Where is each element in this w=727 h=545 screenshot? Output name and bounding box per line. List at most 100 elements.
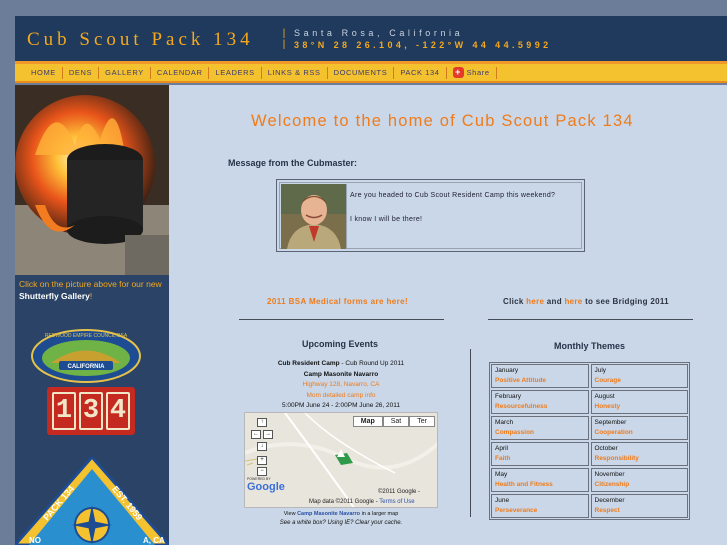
pan-down-icon[interactable]: ↓ [257, 442, 267, 451]
terms-of-use-link[interactable]: Terms of Use [379, 499, 414, 505]
nav-home[interactable]: HOME [25, 66, 63, 79]
bridging-link-2[interactable]: here [564, 297, 582, 306]
pack-digit: 4 [106, 392, 130, 430]
header-coordinates: 38°N 28 26.104, -122°W 44 44.5992 [294, 40, 552, 50]
theme-cell: February Resourcefulness [491, 390, 589, 414]
theme-cell: December Respect [590, 494, 688, 518]
shutterfly-gallery-link[interactable]: Shutterfly Gallery [19, 291, 90, 301]
sidebar: Click on the picture above for our new S… [13, 85, 171, 545]
larger-map-link[interactable]: Camp Masonite Navarro [297, 511, 360, 517]
bridging-text: Click here and here to see Bridging 2011 [503, 297, 669, 306]
header-separator: | [281, 29, 288, 40]
theme-month: October [594, 445, 618, 452]
embedded-map[interactable]: ↑ ← → ↓ + − Map Sat Ter POWERED BY Googl… [244, 412, 438, 508]
theme-name: Resourcefulness [495, 403, 548, 410]
theme-cell: October Responsibility [590, 442, 688, 466]
map-caption-suffix: in a larger map [360, 511, 399, 517]
site-header: Cub Scout Pack 134 | | Santa Rosa, Calif… [15, 16, 727, 63]
map-caption-prefix: View [283, 511, 298, 517]
nav-dens[interactable]: DENS [63, 66, 100, 79]
pan-up-icon[interactable]: ↑ [257, 418, 267, 427]
theme-month: March [495, 419, 514, 426]
event-details-link[interactable]: Mom detailed camp info [244, 392, 438, 399]
theme-cell: September Cooperation [590, 416, 688, 440]
zoom-in-icon[interactable]: + [257, 456, 267, 465]
nav-links-rss[interactable]: LINKS & RSS [262, 66, 328, 79]
divider [488, 319, 693, 320]
divider [239, 319, 444, 320]
welcome-heading: Welcome to the home of Cub Scout Pack 13… [251, 112, 634, 130]
google-logo[interactable]: Google [247, 481, 285, 493]
medical-forms-link[interactable]: 2011 BSA Medical forms are here! [267, 297, 408, 306]
theme-month: August [594, 393, 615, 400]
zoom-out-icon[interactable]: − [257, 467, 267, 476]
theme-name: Perseverance [495, 507, 538, 514]
pack-emblem: PACK 134 EST. 1959 NO A, CA [13, 454, 171, 545]
campfire-photo[interactable] [15, 85, 169, 275]
header-location: Santa Rosa, California [294, 28, 464, 38]
pan-left-icon[interactable]: ← [251, 430, 261, 439]
nav-documents[interactable]: DOCUMENTS [328, 66, 395, 79]
bridging-prefix: Click [503, 297, 527, 306]
theme-cell: November Citizenship [590, 468, 688, 492]
theme-cell: June Perseverance [491, 494, 589, 518]
bridging-and: and [544, 297, 565, 306]
nav-pack-134[interactable]: PACK 134 [394, 66, 447, 79]
caption-suffix: ! [89, 291, 93, 301]
event-title: Cub Resident Camp [277, 360, 340, 367]
theme-cell: May Health and Fitness [491, 468, 589, 492]
theme-name: Courage [594, 377, 621, 384]
theme-cell: March Compassion [491, 416, 589, 440]
theme-cell: January Positive Attitude [491, 364, 589, 388]
message-line: I know I will be there! [350, 216, 423, 223]
map-type-map-button[interactable]: Map [352, 416, 383, 427]
map-data-attribution: Map data ©2011 Google - Terms of Use [309, 499, 415, 505]
site-title[interactable]: Cub Scout Pack 134 [27, 29, 254, 51]
google-logo-text: Google [247, 481, 285, 493]
nav-share-button[interactable]: + Share [447, 66, 497, 79]
theme-cell: April Faith [491, 442, 589, 466]
cubmaster-photo [281, 184, 347, 249]
theme-month: June [495, 497, 510, 504]
theme-month: April [495, 445, 509, 452]
bridging-link-1[interactable]: here [526, 297, 544, 306]
nav-calendar[interactable]: CALENDAR [151, 66, 210, 79]
theme-month: September [594, 419, 627, 426]
nav-gallery[interactable]: GALLERY [99, 66, 151, 79]
column-divider [470, 349, 471, 517]
theme-name: Responsibility [594, 455, 639, 462]
theme-name: Respect [594, 507, 620, 514]
theme-month: February [495, 393, 522, 400]
theme-month: December [594, 497, 625, 504]
theme-name: Compassion [495, 429, 535, 436]
map-data-text: Map data ©2011 Google - [309, 499, 380, 505]
pack-digit: 3 [79, 392, 103, 430]
share-icon: + [452, 67, 464, 78]
events-heading: Upcoming Events [302, 339, 379, 349]
map-type-sat-button[interactable]: Sat [382, 416, 410, 427]
main-nav: HOME DENS GALLERY CALENDAR LEADERS LINKS… [15, 64, 727, 83]
theme-name: Positive Attitude [495, 377, 547, 384]
event-address-link[interactable]: Highway 128, Navarro, CA [244, 381, 438, 388]
bridging-suffix: to see Bridging 2011 [582, 297, 669, 306]
map-type-ter-button[interactable]: Ter [409, 416, 435, 427]
caption-text: Click on the picture above for our new [19, 279, 162, 289]
gallery-caption: Click on the picture above for our new S… [19, 278, 169, 302]
pack-digit: 1 [52, 392, 76, 430]
council-patch: CALIFORNIA REDWOOD EMPIRE COUNCIL BSA [31, 328, 141, 383]
share-label: Share [466, 67, 490, 77]
theme-cell: July Courage [590, 364, 688, 388]
pan-right-icon[interactable]: → [263, 430, 273, 439]
map-type-switcher: Map Sat Ter [352, 416, 435, 427]
theme-name: Cooperation [594, 429, 633, 436]
event-subtitle: - Cub Round Up 2011 [339, 360, 405, 367]
council-patch-text: REDWOOD EMPIRE COUNCIL BSA [45, 333, 128, 339]
monthly-themes-table: January Positive Attitude July Courage Feb… [489, 362, 690, 520]
theme-month: May [495, 471, 508, 478]
theme-month: July [594, 367, 607, 374]
emblem-bottom-right-text: A, CA [143, 536, 165, 545]
nav-leaders[interactable]: LEADERS [209, 66, 262, 79]
map-copyright: ©2011 Google - [378, 489, 421, 495]
emblem-bottom-left-text: NO [29, 536, 41, 545]
event-title-line: Cub Resident Camp - Cub Round Up 2011 [244, 360, 438, 367]
